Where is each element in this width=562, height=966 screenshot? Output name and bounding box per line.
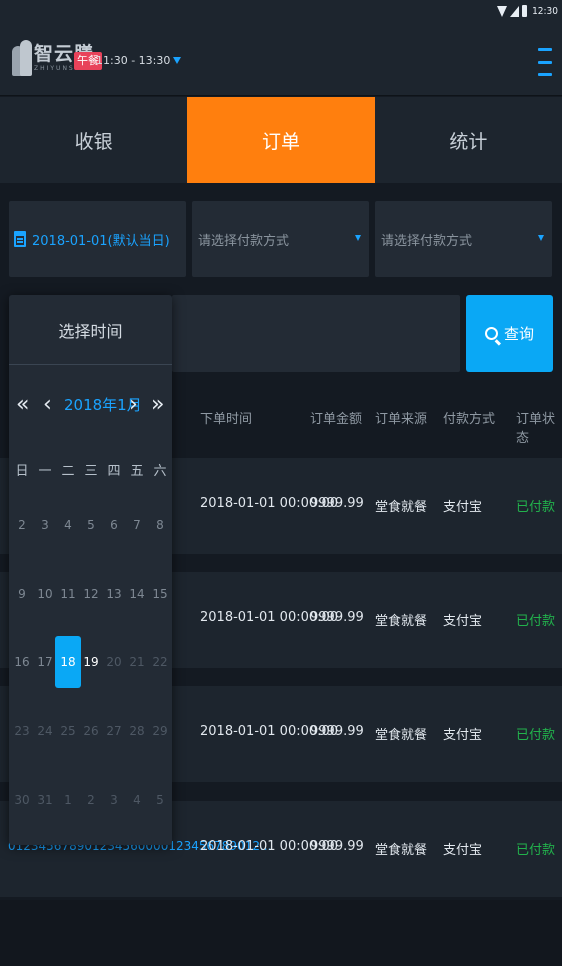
logo-mark-icon: [10, 38, 32, 76]
query-button-label: 查询: [503, 325, 534, 343]
caret-down-icon: [173, 57, 182, 64]
next-month-button[interactable]: ›: [129, 391, 138, 419]
filter-bar: 2018-01-01(默认当日) 请选择付款方式 请选择付款方式: [0, 201, 562, 277]
calendar-day[interactable]: 5: [147, 774, 173, 826]
app-header: 智云膳 ZHIYUNSHAN 午餐 11:30 - 13:30: [0, 26, 562, 96]
calendar-day[interactable]: 29: [147, 705, 173, 757]
meal-time-selector[interactable]: 11:30 - 13:30: [96, 54, 182, 67]
calendar-icon: [14, 231, 26, 247]
cell-status: 已付款: [516, 843, 556, 858]
weekday-label: 三: [84, 464, 98, 479]
status-icons: 12:30: [497, 5, 558, 17]
date-picker-title: 选择时间: [9, 295, 172, 365]
header-order-time: 下单时间: [200, 412, 253, 427]
cell-payment: 支付宝: [443, 843, 483, 858]
calendar-nav: « ‹ 2018年1月 › »: [9, 391, 172, 421]
date-filter[interactable]: 2018-01-01(默认当日): [9, 201, 186, 277]
caret-down-icon: [355, 235, 361, 241]
wifi-icon: [497, 5, 508, 17]
cell-amount: 9999.99: [310, 496, 364, 511]
tab-statistics[interactable]: 统计: [375, 97, 562, 183]
status-bar: 12:30: [0, 0, 562, 26]
battery-icon: [522, 5, 528, 17]
cell-source: 堂食就餐: [375, 843, 428, 858]
header-order-amount: 订单金额: [310, 412, 363, 427]
prev-month-button[interactable]: ‹: [43, 391, 52, 419]
cell-amount: 9999.99: [310, 839, 364, 854]
cell-status: 已付款: [516, 728, 556, 743]
next-year-button[interactable]: »: [151, 391, 164, 419]
menu-button[interactable]: [538, 46, 552, 78]
menu-icon-bar: [538, 73, 552, 76]
cell-status: 已付款: [516, 500, 556, 515]
cell-payment: 支付宝: [443, 500, 483, 515]
cell-payment: 支付宝: [443, 728, 483, 743]
payment-select-2-placeholder: 请选择付款方式: [381, 233, 473, 249]
status-time: 12:30: [532, 5, 558, 17]
weekday-label: 二: [61, 464, 75, 479]
cell-status: 已付款: [516, 614, 556, 629]
cell-amount: 9999.99: [310, 724, 364, 739]
calendar-day[interactable]: 22: [147, 636, 173, 688]
meal-time-text: 11:30 - 13:30: [96, 54, 171, 67]
weekday-label: 六: [153, 464, 167, 479]
date-filter-value: 2018-01-01(默认当日): [32, 233, 170, 249]
query-button[interactable]: 查询: [466, 295, 553, 372]
header-payment-method: 付款方式: [443, 412, 496, 427]
weekday-label: 日: [15, 464, 29, 479]
prev-year-button[interactable]: «: [16, 391, 29, 419]
cell-source: 堂食就餐: [375, 614, 428, 629]
cell-payment: 支付宝: [443, 614, 483, 629]
tab-cashier[interactable]: 收银: [0, 97, 187, 183]
menu-icon-bar: [538, 60, 552, 64]
payment-select-1-placeholder: 请选择付款方式: [198, 233, 290, 249]
search-icon: [484, 327, 498, 340]
menu-icon-bar: [538, 48, 552, 51]
cell-source: 堂食就餐: [375, 728, 428, 743]
signal-icon: [510, 5, 520, 17]
weekday-label: 一: [38, 464, 52, 479]
search-input[interactable]: [172, 295, 460, 372]
main-tabs: 收银 订单 统计: [0, 97, 562, 183]
calendar-day[interactable]: 15: [147, 568, 173, 620]
header-order-status: 订单状态: [516, 412, 556, 446]
cell-source: 堂食就餐: [375, 500, 428, 515]
caret-down-icon: [538, 235, 544, 241]
calendar-day[interactable]: 8: [147, 499, 173, 551]
payment-select-2[interactable]: 请选择付款方式: [375, 201, 552, 277]
payment-select-1[interactable]: 请选择付款方式: [192, 201, 369, 277]
header-order-source: 订单来源: [375, 412, 428, 427]
date-picker-popup: 选择时间 « ‹ 2018年1月 › » 日 一 二 三 四 五 六 2 3 4…: [9, 295, 172, 845]
bottom-area: [0, 900, 562, 966]
tab-orders[interactable]: 订单: [187, 97, 375, 183]
weekday-label: 五: [130, 464, 144, 479]
weekday-label: 四: [107, 464, 121, 479]
cell-amount: 9999.99: [310, 610, 364, 625]
